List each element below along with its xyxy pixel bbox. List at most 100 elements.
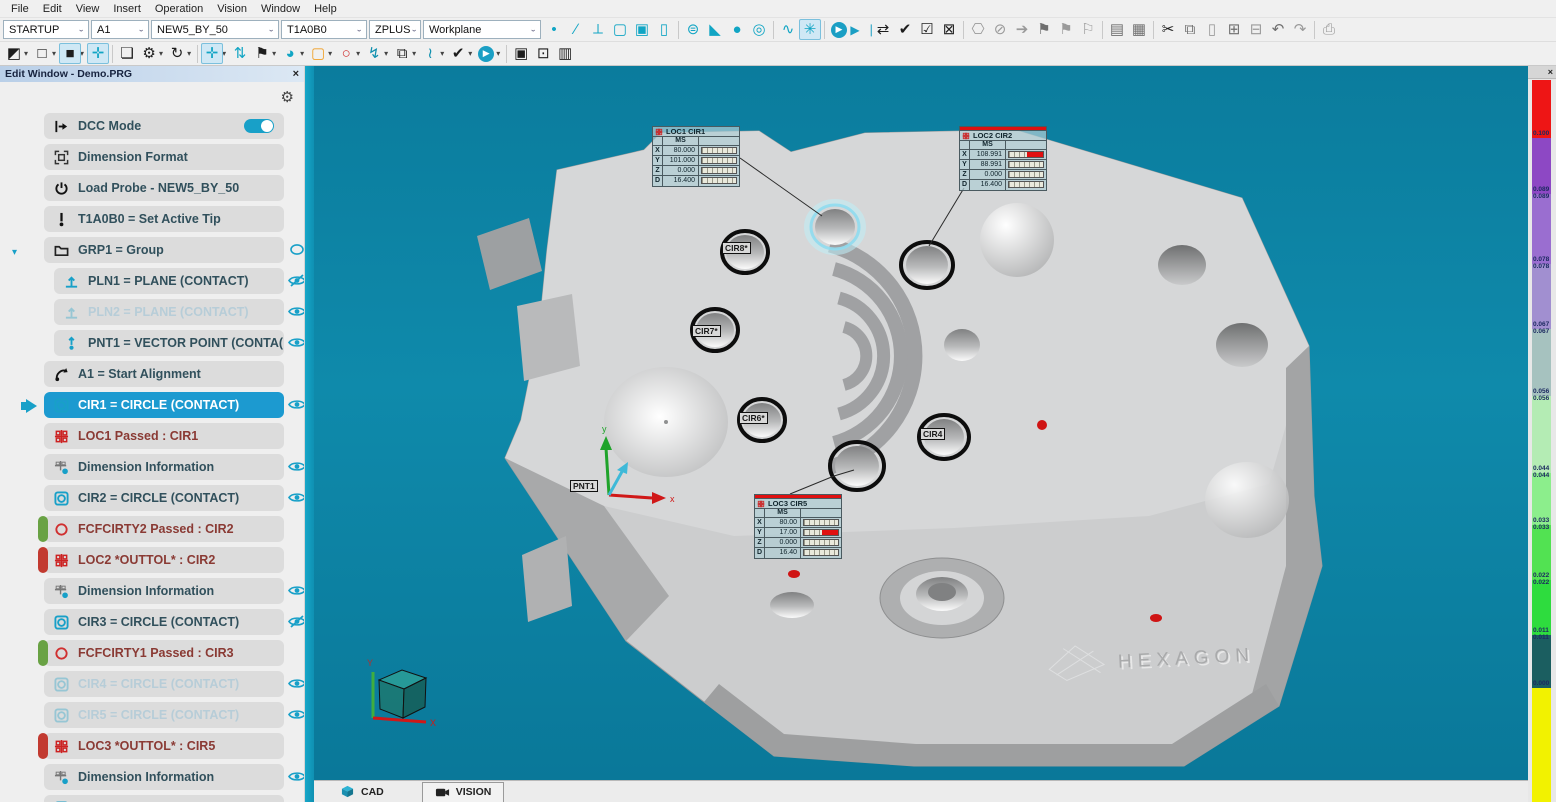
probe-path-icon[interactable]: ≀ bbox=[419, 43, 441, 64]
combo-a1[interactable]: A1⌄ bbox=[91, 20, 149, 39]
command-item-dimension[interactable]: Dimension Information bbox=[44, 578, 284, 604]
command-item-cir1[interactable]: CIR1 = CIRCLE (CONTACT) bbox=[44, 392, 284, 418]
combo-startup[interactable]: STARTUP⌄ bbox=[3, 20, 89, 39]
probe-vectors-icon[interactable]: ⇅ bbox=[229, 43, 251, 64]
feature-tag-cir4[interactable]: CIR4 bbox=[920, 428, 945, 440]
print-icon[interactable]: ⎙ bbox=[1318, 19, 1340, 40]
cad-viewport[interactable]: x y Y X HEXAGON HEXAGON CIR8*CIR7*CIR6*C… bbox=[314, 66, 1528, 780]
command-item-a1[interactable]: A1 = Start Alignment bbox=[44, 361, 284, 387]
menu-item-vision[interactable]: Vision bbox=[210, 2, 254, 16]
command-item-fcfcirty2[interactable]: FCFCIRTY2 Passed : CIR2 bbox=[44, 516, 284, 542]
continue-icon[interactable]: ➔ bbox=[1011, 19, 1033, 40]
view-orientation-icon[interactable]: ◩ bbox=[3, 43, 25, 64]
cone-feature-icon[interactable]: ◣ bbox=[704, 19, 726, 40]
menu-item-edit[interactable]: Edit bbox=[36, 2, 69, 16]
eye-icon[interactable] bbox=[288, 677, 305, 691]
command-item-cir3[interactable]: CIR3 = CIRCLE (CONTACT) bbox=[44, 609, 284, 635]
command-item-loc1[interactable]: LOC1 Passed : CIR1 bbox=[44, 423, 284, 449]
gear-icon[interactable]: ⚙ bbox=[281, 88, 294, 106]
solid-view-icon[interactable]: ■ bbox=[59, 43, 81, 64]
eye-slash-icon[interactable] bbox=[288, 615, 305, 629]
menu-item-file[interactable]: File bbox=[4, 2, 36, 16]
slot-feature-icon[interactable]: ▣ bbox=[631, 19, 653, 40]
command-item-cir4[interactable]: CIR4 = CIRCLE (CONTACT) bbox=[44, 671, 284, 697]
eye-icon[interactable] bbox=[288, 584, 305, 598]
command-item-fcfcirty1[interactable]: FCFCIRTY1 Passed : CIR3 bbox=[44, 640, 284, 666]
dimension-label-loc1[interactable]: LOC1 CIR1MSX80.000Y101.000Z0.000D16.400 bbox=[652, 126, 740, 187]
execute-program-icon[interactable]: ▶ bbox=[828, 19, 850, 40]
report-reject-icon[interactable]: ⊠ bbox=[938, 19, 960, 40]
rotate-view-icon[interactable]: ↻ bbox=[166, 43, 188, 64]
report-window-icon[interactable]: ▦ bbox=[1128, 19, 1150, 40]
sphere-display-icon[interactable]: ◕ bbox=[279, 43, 301, 64]
eye-icon[interactable] bbox=[288, 398, 305, 412]
menu-item-window[interactable]: Window bbox=[254, 2, 307, 16]
panel-splitter[interactable] bbox=[305, 66, 314, 802]
eye-outline-icon[interactable] bbox=[288, 243, 305, 257]
copy-icon[interactable]: ⧉ bbox=[1179, 19, 1201, 40]
pattern-icon[interactable]: ⊟ bbox=[1245, 19, 1267, 40]
menu-item-help[interactable]: Help bbox=[307, 2, 344, 16]
paste-with-pattern-icon[interactable]: ⊞ bbox=[1223, 19, 1245, 40]
command-item-dcc[interactable]: DCC Mode bbox=[44, 113, 284, 139]
eye-icon[interactable] bbox=[288, 491, 305, 505]
command-item-pln1[interactable]: PLN1 = PLANE (CONTACT) bbox=[54, 268, 284, 294]
execute-feature-icon[interactable]: ▶⎹ bbox=[850, 19, 872, 40]
command-item-cir6[interactable]: CIR6 = CIRCLE (CONTACT) bbox=[44, 795, 284, 802]
eye-icon[interactable] bbox=[288, 708, 305, 722]
combo-workplane[interactable]: Workplane⌄ bbox=[423, 20, 541, 39]
feature-tag-pnt1[interactable]: PNT1 bbox=[570, 480, 598, 492]
graph-analysis-icon[interactable]: ↯ bbox=[363, 43, 385, 64]
command-item-t1a0b0[interactable]: T1A0B0 = Set Active Tip bbox=[44, 206, 284, 232]
stop-disabled-icon[interactable]: ⊘ bbox=[989, 19, 1011, 40]
gage-readout-icon[interactable]: ⊡ bbox=[532, 43, 554, 64]
circle-gage-icon[interactable]: ○ bbox=[335, 43, 357, 64]
menu-item-view[interactable]: View bbox=[69, 2, 107, 16]
feature-tag-cir8[interactable]: CIR8* bbox=[722, 242, 751, 254]
command-item-dimension[interactable]: Dimension Information bbox=[44, 764, 284, 790]
circle-feature-icon[interactable]: ▢ bbox=[609, 19, 631, 40]
command-item-dimension[interactable]: Dimension Information bbox=[44, 454, 284, 480]
dcc-mode-toggle[interactable] bbox=[244, 119, 274, 133]
square-feature-icon[interactable]: ▯ bbox=[653, 19, 675, 40]
command-item-pln2[interactable]: PLN2 = PLANE (CONTACT) bbox=[54, 299, 284, 325]
command-item-grp1[interactable]: GRP1 = Group bbox=[44, 237, 284, 263]
translate-view-icon[interactable]: ✛ bbox=[201, 43, 223, 64]
snapshot-camera-icon[interactable]: ▣ bbox=[510, 43, 532, 64]
feature-tag-cir7[interactable]: CIR7* bbox=[692, 325, 721, 337]
command-item-cir5[interactable]: CIR5 = CIRCLE (CONTACT) bbox=[44, 702, 284, 728]
redo-icon[interactable]: ↷ bbox=[1289, 19, 1311, 40]
feature-tag-cir6[interactable]: CIR6* bbox=[739, 412, 768, 424]
loop-mode-icon[interactable]: ⇄ bbox=[872, 19, 894, 40]
collision-check-icon[interactable]: ✔ bbox=[447, 43, 469, 64]
feature-id-labels-icon[interactable]: ⚑ bbox=[251, 43, 273, 64]
summary-mode-icon[interactable]: ▤ bbox=[1106, 19, 1128, 40]
dimension-label-loc3[interactable]: LOC3 CIR5MSX80.00Y17.00Z0.000D16.40 bbox=[754, 494, 842, 559]
line-feature-icon[interactable]: ∕ bbox=[565, 19, 587, 40]
plane-feature-icon[interactable]: ⟂ bbox=[587, 19, 609, 40]
auto-feature-icon[interactable]: ✳ bbox=[799, 19, 821, 40]
cut-icon[interactable]: ✂ bbox=[1157, 19, 1179, 40]
collapse-caret-icon[interactable]: ▾ bbox=[12, 247, 17, 258]
menu-item-operation[interactable]: Operation bbox=[148, 2, 210, 16]
command-item-pnt1[interactable]: PNT1 = VECTOR POINT (CONTA( bbox=[54, 330, 284, 356]
paste-icon[interactable]: ▯ bbox=[1201, 19, 1223, 40]
comment-icon[interactable]: ❏ bbox=[116, 43, 138, 64]
torus-feature-icon[interactable]: ◎ bbox=[748, 19, 770, 40]
close-icon[interactable]: × bbox=[1548, 67, 1553, 77]
wireframe-view-icon[interactable]: □ bbox=[31, 43, 53, 64]
command-item-loc3[interactable]: LOC3 *OUTTOL* : CIR5 bbox=[44, 733, 284, 759]
curve-feature-icon[interactable]: ∿ bbox=[777, 19, 799, 40]
eye-icon[interactable] bbox=[288, 460, 305, 474]
combo-t1a0b0[interactable]: T1A0B0⌄ bbox=[281, 20, 367, 39]
eye-slash-icon[interactable] bbox=[288, 274, 305, 288]
combo-zplus[interactable]: ZPLUS⌄ bbox=[369, 20, 421, 39]
command-item-load[interactable]: Load Probe - NEW5_BY_50 bbox=[44, 175, 284, 201]
cylinder-feature-icon[interactable]: ⊜ bbox=[682, 19, 704, 40]
eye-icon[interactable] bbox=[288, 336, 305, 350]
sphere-feature-icon[interactable]: ● bbox=[726, 19, 748, 40]
dimension-label-loc2[interactable]: LOC2 CIR2MSX108.991Y88.991Z0.000D16.400 bbox=[959, 126, 1047, 191]
command-item-dimension[interactable]: Dimension Format bbox=[44, 144, 284, 170]
close-icon[interactable]: × bbox=[293, 68, 299, 80]
tab-cad[interactable]: CAD bbox=[328, 782, 396, 802]
